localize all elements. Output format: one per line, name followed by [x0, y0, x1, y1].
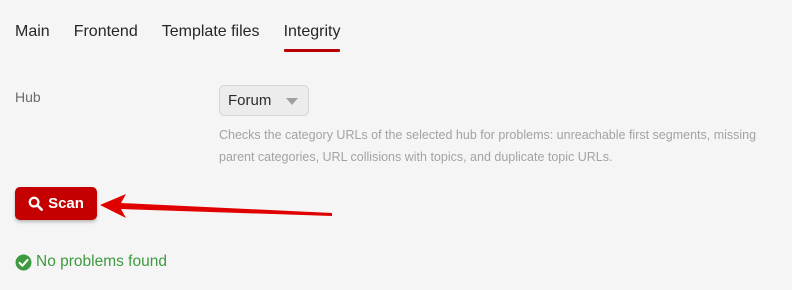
settings-tabs: Main Frontend Template files Integrity — [15, 0, 364, 52]
hub-help-text: Checks the category URLs of the selected… — [219, 128, 757, 164]
annotation-arrow — [100, 194, 332, 218]
tab-frontend[interactable]: Frontend — [74, 0, 138, 50]
scan-button[interactable]: Scan — [15, 187, 97, 220]
hub-select[interactable]: Forum — [219, 85, 309, 116]
status-message: No problems found — [15, 253, 167, 271]
status-text: No problems found — [36, 253, 167, 270]
hub-select-value: Forum — [228, 92, 272, 109]
scan-button-label: Scan — [48, 195, 84, 212]
tab-integrity[interactable]: Integrity — [283, 0, 340, 52]
chevron-down-icon — [286, 98, 298, 105]
tab-template-files[interactable]: Template files — [162, 0, 260, 50]
hub-label: Hub — [15, 89, 41, 105]
search-icon — [28, 196, 43, 211]
tab-main[interactable]: Main — [15, 0, 50, 50]
check-circle-icon — [15, 254, 32, 270]
